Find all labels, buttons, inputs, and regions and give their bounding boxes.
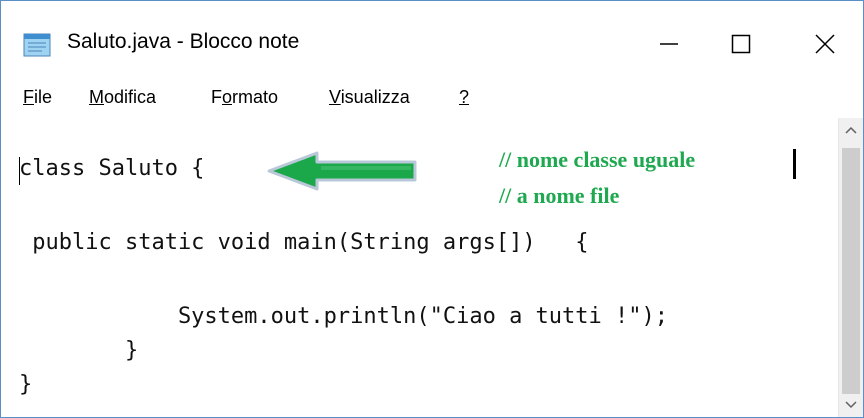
scroll-down-button[interactable] [839,393,863,417]
minimize-button[interactable] [629,11,709,77]
vertical-scrollbar[interactable] [838,118,863,417]
notepad-icon [23,31,53,57]
close-icon [814,33,836,55]
menu-visualizza[interactable]: Visualizza [329,87,410,108]
maximize-icon [730,33,752,55]
text-caret [19,157,20,185]
code-line-4: } [19,338,139,363]
title-bar[interactable]: Saluto.java - Blocco note [1,1,863,89]
menu-bar: File Modifica Formato Visualizza ? [1,81,863,117]
menu-file[interactable]: File [23,87,52,108]
menu-help[interactable]: ? [459,87,469,108]
menu-modifica[interactable]: Modifica [89,87,156,108]
code-line-2: public static void main(String args[]) { [19,230,589,255]
maximize-button[interactable] [701,11,781,77]
annotation-line-1: // nome classe uguale [499,147,696,172]
chevron-down-icon [845,396,857,414]
close-button[interactable] [785,11,863,77]
code-line-5: } [19,372,33,397]
text-editor[interactable]: class Saluto { public static void main(S… [1,118,839,417]
chevron-up-icon [845,121,857,139]
annotation-caret [793,149,796,179]
menu-formato[interactable]: Formato [211,87,278,108]
code-line-1: class Saluto { [19,156,205,181]
code-line-3: System.out.println("Ciao a tutti !"); [19,304,669,329]
left-arrow-icon [267,151,417,191]
scrollbar-thumb[interactable] [842,148,860,394]
scroll-up-button[interactable] [839,118,863,142]
notepad-window: Saluto.java - Blocco note File Modifica … [0,0,864,418]
minimize-icon [658,33,680,55]
window-title: Saluto.java - Blocco note [67,30,300,53]
annotation-line-2: // a nome file [499,183,620,208]
